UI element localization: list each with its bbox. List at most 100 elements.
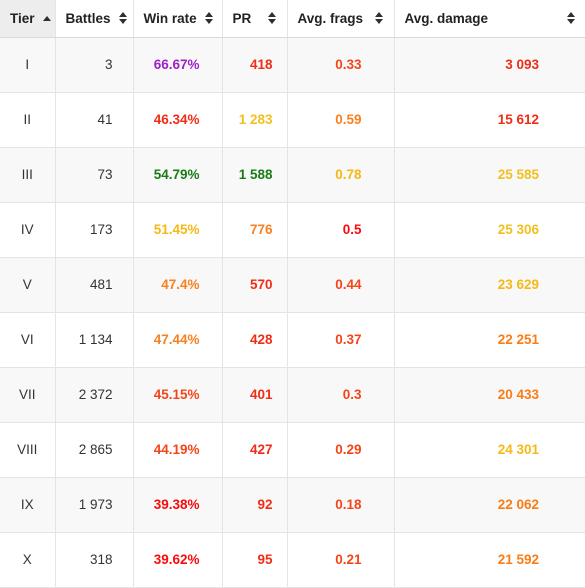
sort-unsorted-icon[interactable]: [566, 12, 575, 25]
triangle-down-icon: [566, 19, 575, 25]
triangle-up-icon: [566, 12, 575, 18]
cell-damage: 25 306: [394, 202, 585, 258]
table-row[interactable]: VI 1 134 47.44% 428 0.37 22 251: [0, 312, 585, 368]
cell-winrate: 54.79%: [133, 147, 223, 203]
table-row[interactable]: III 73 54.79% 1 588 0.78 25 585: [0, 147, 585, 203]
cell-frags: 0.78: [287, 147, 395, 203]
cell-winrate: 51.45%: [133, 202, 223, 258]
cell-battles: 1 134: [55, 312, 134, 368]
tier-statistics-table: Tier Battles Win rate PR Avg. frags Avg. dama…: [0, 0, 585, 588]
cell-frags: 0.5: [287, 202, 395, 258]
column-header-winrate[interactable]: Win rate: [133, 0, 223, 38]
triangle-down-icon: [119, 19, 128, 25]
cell-winrate: 39.62%: [133, 532, 223, 588]
cell-winrate: 66.67%: [133, 37, 223, 93]
cell-damage: 15 612: [394, 92, 585, 148]
table-row[interactable]: II 41 46.34% 1 283 0.59 15 612: [0, 92, 585, 148]
cell-winrate: 47.4%: [133, 257, 223, 313]
cell-pr: 428: [222, 312, 288, 368]
cell-winrate: 44.19%: [133, 422, 223, 478]
cell-tier: III: [0, 147, 56, 203]
cell-frags: 0.33: [287, 37, 395, 93]
cell-damage: 22 251: [394, 312, 585, 368]
cell-winrate: 46.34%: [133, 92, 223, 148]
triangle-up-icon: [43, 15, 52, 21]
cell-damage: 20 433: [394, 367, 585, 423]
triangle-up-icon: [268, 12, 276, 18]
cell-battles: 41: [55, 92, 134, 148]
cell-tier: IX: [0, 477, 56, 533]
cell-battles: 481: [55, 257, 134, 313]
cell-tier: X: [0, 532, 56, 588]
cell-damage: 3 093: [394, 37, 585, 93]
cell-damage: 25 585: [394, 147, 585, 203]
cell-winrate: 47.44%: [133, 312, 223, 368]
triangle-up-icon: [375, 12, 383, 18]
sort-unsorted-icon[interactable]: [268, 12, 277, 25]
cell-pr: 418: [222, 37, 288, 93]
cell-frags: 0.37: [287, 312, 395, 368]
cell-damage: 21 592: [394, 532, 585, 588]
column-header-label-tier: Tier: [10, 10, 35, 26]
column-header-label-frags: Avg. frags: [297, 10, 364, 26]
table-row[interactable]: VII 2 372 45.15% 401 0.3 20 433: [0, 367, 585, 423]
table-row[interactable]: I 3 66.67% 418 0.33 3 093: [0, 37, 585, 93]
cell-pr: 95: [222, 532, 288, 588]
sort-ascending-icon[interactable]: [43, 15, 52, 21]
column-header-battles[interactable]: Battles: [55, 0, 134, 38]
cell-damage: 23 629: [394, 257, 585, 313]
header-row: Tier Battles Win rate PR Avg. frags Avg. dama…: [0, 0, 585, 38]
column-header-label-winrate: Win rate: [143, 10, 197, 26]
cell-tier: VII: [0, 367, 56, 423]
column-header-tier[interactable]: Tier: [0, 0, 56, 38]
table-row[interactable]: VIII 2 865 44.19% 427 0.29 24 301: [0, 422, 585, 478]
cell-pr: 1 283: [222, 92, 288, 148]
column-header-pr[interactable]: PR: [222, 0, 288, 38]
sort-unsorted-icon[interactable]: [119, 12, 128, 25]
cell-pr: 776: [222, 202, 288, 258]
triangle-down-icon: [375, 19, 383, 25]
column-header-frags[interactable]: Avg. frags: [287, 0, 395, 38]
column-header-label-pr: PR: [232, 10, 252, 26]
triangle-up-icon: [205, 12, 214, 18]
cell-frags: 0.3: [287, 367, 395, 423]
cell-tier: II: [0, 92, 56, 148]
cell-pr: 401: [222, 367, 288, 423]
cell-winrate: 39.38%: [133, 477, 223, 533]
sort-unsorted-icon[interactable]: [205, 12, 214, 25]
table-row[interactable]: IX 1 973 39.38% 92 0.18 22 062: [0, 477, 585, 533]
cell-battles: 173: [55, 202, 134, 258]
sort-unsorted-icon[interactable]: [375, 12, 384, 25]
cell-frags: 0.21: [287, 532, 395, 588]
cell-pr: 1 588: [222, 147, 288, 203]
cell-tier: VI: [0, 312, 56, 368]
column-header-label-damage: Avg. damage: [404, 10, 489, 26]
table-row[interactable]: IV 173 51.45% 776 0.5 25 306: [0, 202, 585, 258]
triangle-up-icon: [119, 12, 128, 18]
cell-battles: 2 372: [55, 367, 134, 423]
cell-battles: 3: [55, 37, 134, 93]
triangle-down-icon: [205, 19, 214, 25]
cell-pr: 570: [222, 257, 288, 313]
table-header: Tier Battles Win rate PR Avg. frags Avg. dama…: [0, 0, 585, 38]
column-header-damage[interactable]: Avg. damage: [394, 0, 585, 38]
column-header-label-battles: Battles: [65, 10, 111, 26]
triangle-down-icon: [268, 19, 276, 25]
cell-tier: V: [0, 257, 56, 313]
cell-frags: 0.44: [287, 257, 395, 313]
cell-tier: I: [0, 37, 56, 93]
cell-battles: 318: [55, 532, 134, 588]
cell-frags: 0.18: [287, 477, 395, 533]
table-body: I 3 66.67% 418 0.33 3 093 II 41 46.34% 1 283 0.59 1…: [0, 37, 585, 588]
cell-frags: 0.29: [287, 422, 395, 478]
cell-damage: 24 301: [394, 422, 585, 478]
table-row[interactable]: X 318 39.62% 95 0.21 21 592: [0, 532, 585, 588]
cell-battles: 73: [55, 147, 134, 203]
cell-pr: 92: [222, 477, 288, 533]
cell-frags: 0.59: [287, 92, 395, 148]
table-row[interactable]: V 481 47.4% 570 0.44 23 629: [0, 257, 585, 313]
cell-battles: 1 973: [55, 477, 134, 533]
cell-winrate: 45.15%: [133, 367, 223, 423]
cell-damage: 22 062: [394, 477, 585, 533]
cell-pr: 427: [222, 422, 288, 478]
